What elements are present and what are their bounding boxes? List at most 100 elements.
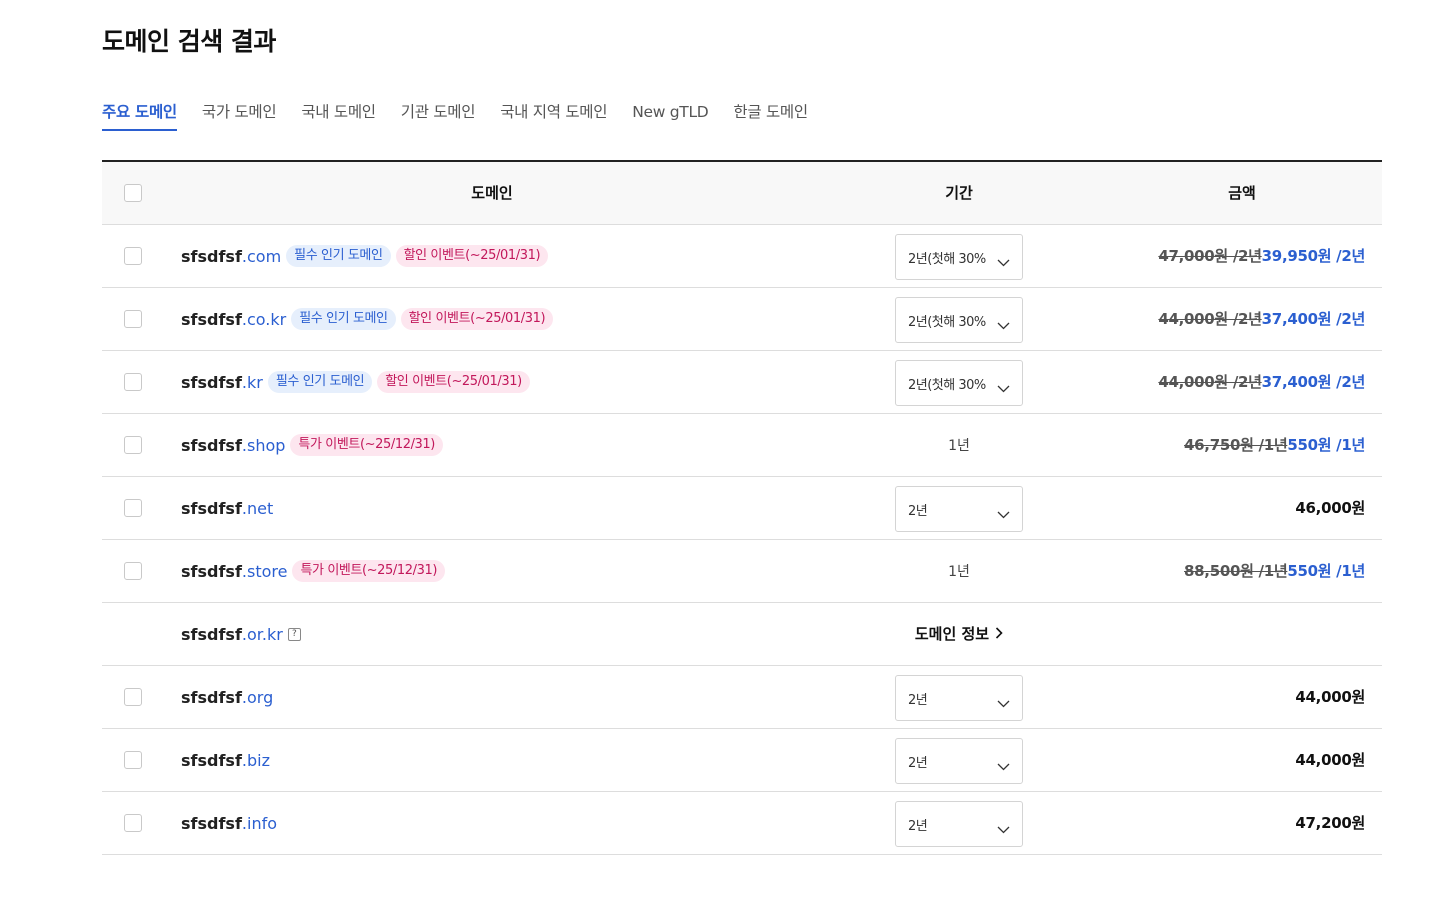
price: 47,200원 [1295, 814, 1365, 832]
price-cell: 88,500원 /1년550원 /1년 [1184, 560, 1365, 581]
period-select-value: 2년 [908, 693, 928, 708]
domain-name: sfsdfsf [181, 372, 242, 392]
tab-domestic-domain[interactable]: 국내 도메인 [301, 99, 376, 129]
domain-cell: sfsdfsf .net [181, 477, 273, 539]
popular-badge: 필수 인기 도메인 [291, 308, 396, 330]
original-price: 88,500원 /1년 [1184, 562, 1288, 580]
domain-tld: .info [241, 813, 277, 833]
table-row: sfsdfsf .store 특가 이벤트(~25/12/31) 1년 88,500원 … [102, 540, 1382, 603]
chevron-down-icon [997, 252, 1010, 271]
header-price: 금액 [1228, 184, 1256, 202]
discount-price: 550원 /1년 [1287, 562, 1365, 580]
price-cell: 44,000원 [1295, 749, 1365, 770]
event-badge: 특가 이벤트(~25/12/31) [292, 560, 446, 582]
row-checkbox[interactable] [124, 688, 142, 706]
tab-major-domain[interactable]: 주요 도메인 [102, 99, 177, 131]
chevron-down-icon [997, 315, 1010, 334]
price-cell: 44,000원 /2년37,400원 /2년 [1158, 371, 1365, 392]
domain-tld: .biz [241, 750, 270, 770]
chevron-down-icon [997, 819, 1010, 838]
period-select[interactable]: 2년 [895, 738, 1023, 784]
chevron-right-icon [995, 625, 1003, 643]
domain-tld: .or.kr [241, 624, 283, 644]
row-checkbox[interactable] [124, 310, 142, 328]
domain-tld: .com [241, 246, 282, 266]
domain-cell: sfsdfsf .biz [181, 729, 270, 791]
popular-badge: 필수 인기 도메인 [267, 371, 373, 393]
chevron-down-icon [997, 756, 1010, 775]
original-price: 44,000원 /2년 [1158, 310, 1262, 328]
tab-institution-domain[interactable]: 기관 도메인 [401, 99, 476, 129]
price: 46,000원 [1295, 499, 1365, 517]
row-checkbox[interactable] [124, 562, 142, 580]
row-checkbox[interactable] [124, 247, 142, 265]
domain-tld: .net [241, 498, 274, 518]
domain-cell: sfsdfsf .store 특가 이벤트(~25/12/31) [181, 540, 446, 602]
period-select-value: 2년(첫해 30% [908, 378, 986, 393]
domain-info-link[interactable]: 도메인 정보 [894, 623, 1024, 644]
period-select-value: 2년 [908, 504, 928, 519]
period-select-value: 2년(첫해 30% [908, 315, 986, 330]
table-header: 도메인 기간 금액 [102, 162, 1382, 225]
tab-regional-domain[interactable]: 국내 지역 도메인 [500, 99, 607, 129]
domain-category-tabs: 주요 도메인 국가 도메인 국내 도메인 기관 도메인 국내 지역 도메인 Ne… [102, 99, 833, 131]
tab-new-gtld[interactable]: New gTLD [632, 99, 709, 129]
domain-cell: sfsdfsf .com 필수 인기 도메인 할인 이벤트(~25/01/31) [181, 225, 549, 287]
period-select-value: 2년 [908, 756, 928, 771]
period-select-value: 2년(첫해 30% [908, 252, 986, 267]
domain-name: sfsdfsf [181, 561, 242, 581]
row-checkbox[interactable] [124, 373, 142, 391]
price-cell: 46,750원 /1년550원 /1년 [1184, 434, 1365, 455]
period-select[interactable]: 2년 [895, 801, 1023, 847]
original-price: 44,000원 /2년 [1158, 373, 1262, 391]
header-period: 기간 [945, 184, 973, 202]
domain-tld: .store [241, 561, 288, 581]
table-row: sfsdfsf .kr 필수 인기 도메인 할인 이벤트(~25/01/31) 2년(첫… [102, 351, 1382, 414]
event-badge: 할인 이벤트(~25/01/31) [400, 308, 554, 330]
domain-cell: sfsdfsf .co.kr 필수 인기 도메인 할인 이벤트(~25/01/31) [181, 288, 554, 350]
event-badge: 특가 이벤트(~25/12/31) [290, 434, 443, 456]
domain-info-label: 도메인 정보 [914, 625, 990, 643]
domain-cell: sfsdfsf .org [181, 666, 273, 728]
table-row: sfsdfsf .info 2년 47,200원 [102, 792, 1382, 855]
table-row: sfsdfsf .com 필수 인기 도메인 할인 이벤트(~25/01/31) 2년(… [102, 225, 1382, 288]
discount-price: 37,400원 /2년 [1261, 373, 1366, 391]
table-row: sfsdfsf .shop 특가 이벤트(~25/12/31) 1년 46,750원 /… [102, 414, 1382, 477]
table-row: sfsdfsf .org 2년 44,000원 [102, 666, 1382, 729]
price-cell: 46,000원 [1295, 497, 1365, 518]
period-select[interactable]: 2년 [895, 675, 1023, 721]
popular-badge: 필수 인기 도메인 [286, 245, 391, 267]
domain-name: sfsdfsf [181, 309, 242, 329]
domain-cell: sfsdfsf .kr 필수 인기 도메인 할인 이벤트(~25/01/31) [181, 351, 530, 413]
row-checkbox[interactable] [124, 436, 142, 454]
domain-name: sfsdfsf [181, 813, 242, 833]
period-select[interactable]: 2년(첫해 30% [895, 234, 1023, 280]
select-all-checkbox[interactable] [124, 184, 142, 202]
period-select[interactable]: 2년(첫해 30% [895, 297, 1023, 343]
discount-price: 37,400원 /2년 [1261, 310, 1366, 328]
original-price: 47,000원 /2년 [1158, 247, 1262, 265]
row-checkbox[interactable] [124, 499, 142, 517]
tab-country-domain[interactable]: 국가 도메인 [202, 99, 277, 129]
event-badge: 할인 이벤트(~25/01/31) [377, 371, 530, 393]
domain-tld: .co.kr [241, 309, 287, 329]
tab-korean-domain[interactable]: 한글 도메인 [733, 99, 808, 129]
help-icon[interactable]: ? [287, 627, 301, 641]
domain-name: sfsdfsf [181, 498, 242, 518]
row-checkbox[interactable] [124, 814, 142, 832]
domain-tld: .shop [241, 435, 286, 455]
period-select[interactable]: 2년 [895, 486, 1023, 532]
table-row: sfsdfsf .net 2년 46,000원 [102, 477, 1382, 540]
domain-name: sfsdfsf [181, 624, 242, 644]
discount-price: 550원 /1년 [1287, 436, 1365, 454]
price: 44,000원 [1295, 688, 1365, 706]
event-badge: 할인 이벤트(~25/01/31) [395, 245, 549, 267]
chevron-down-icon [997, 693, 1010, 712]
domain-name: sfsdfsf [181, 246, 242, 266]
period-text: 1년 [948, 564, 970, 580]
period-select[interactable]: 2년(첫해 30% [895, 360, 1023, 406]
price-cell: 44,000원 [1295, 686, 1365, 707]
price-cell: 47,200원 [1295, 812, 1365, 833]
domain-cell: sfsdfsf .info [181, 792, 277, 854]
row-checkbox[interactable] [124, 751, 142, 769]
